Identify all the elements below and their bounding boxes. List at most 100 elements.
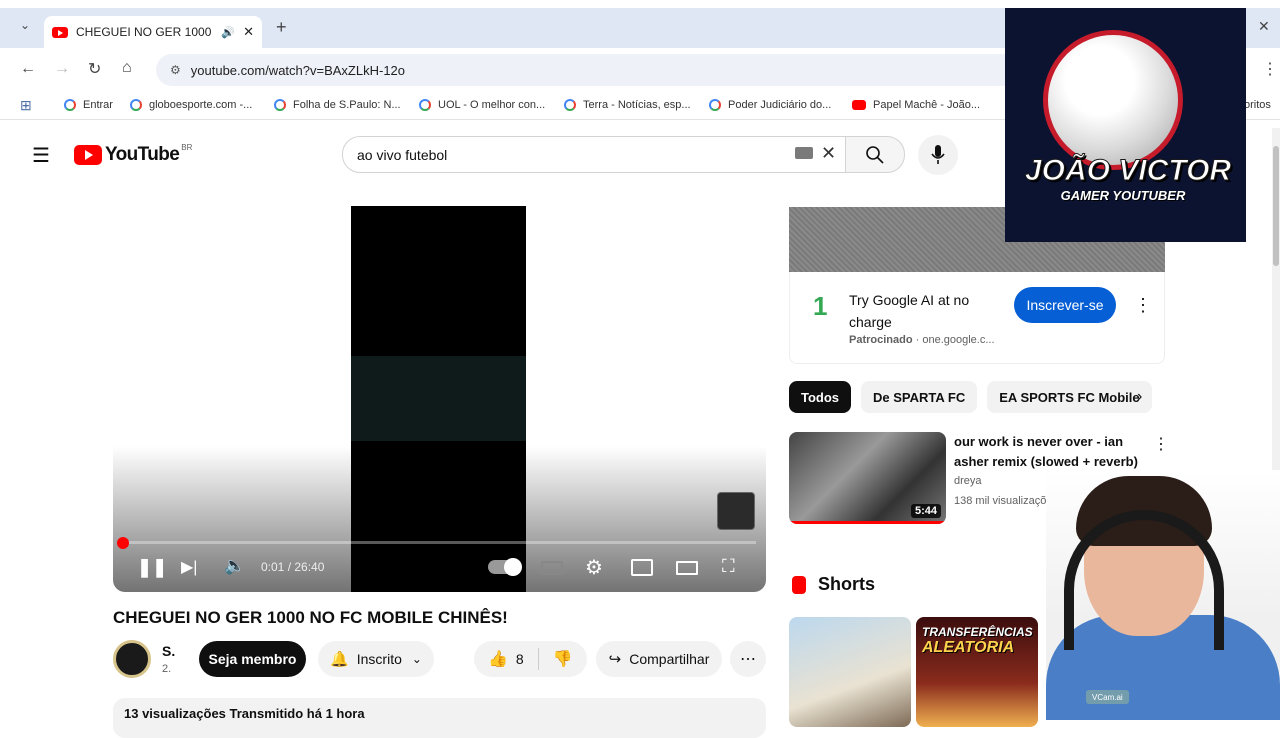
chevron-down-icon: ⌄ [411,652,422,666]
short-text-2: ALEATÓRIA [922,639,1015,656]
search-input[interactable]: ao vivo futebol ✕ [342,136,846,173]
ad-more-icon[interactable]: ⋮ [1134,295,1152,316]
bookmark-item[interactable]: UOL - O melhor con... [419,99,545,111]
bookmark-item[interactable]: globoesporte.com -... [130,99,252,111]
google-icon [274,99,286,111]
close-window-icon[interactable]: ✕ [1258,18,1270,35]
google-icon [709,99,721,111]
sponsored-label: Patrocinado [849,334,913,346]
next-video-icon[interactable]: ▶| [181,557,197,577]
pause-icon[interactable]: ❚❚ [137,557,167,578]
microphone-icon [931,145,945,164]
short-thumbnail[interactable]: TRANSFERÊNCIAS ALEATÓRIA [916,617,1038,727]
bookmark-item[interactable]: Papel Machê - João... [852,99,980,111]
country-code: BR [181,142,193,152]
tab-search-chevron-icon[interactable]: ⌄ [20,18,30,32]
share-button[interactable]: ↪ Compartilhar [596,641,722,677]
tab-title: CHEGUEI NO GER 1000 NO [76,25,215,39]
browser-menu-icon[interactable]: ⋮ [1262,59,1278,79]
site-info-icon[interactable]: ⚙ [170,63,181,77]
autoplay-toggle[interactable] [488,558,522,576]
clear-search-icon[interactable]: ✕ [821,143,836,164]
search-button[interactable] [845,136,905,173]
volume-icon[interactable]: 🔈 [224,556,245,576]
bookmark-item[interactable]: Terra - Notícias, esp... [564,99,691,111]
google-icon [130,99,142,111]
google-icon [419,99,431,111]
bell-icon: 🔔 [330,651,349,668]
miniplayer-icon[interactable] [631,559,653,576]
recommended-views: 138 mil visualizações [954,495,1058,507]
voice-search-button[interactable] [918,135,958,175]
search-value: ao vivo futebol [357,146,448,163]
watched-bar [789,521,946,524]
channel-watermark-icon[interactable] [717,492,755,530]
youtube-play-icon [74,145,102,165]
bookmark-item[interactable]: Entrar [64,99,113,111]
video-player[interactable]: ❚❚ ▶| 🔈 0:01 / 26:40 ⚙ ⛶ [113,206,766,592]
browser-tab-active[interactable]: CHEGUEI NO GER 1000 NO 🔊 ✕ [44,16,262,48]
channel-subscribers: 2. [162,663,172,675]
vcam-badge: VCam.ai [1086,690,1129,704]
webcam-overlay: VCam.ai [1046,470,1280,720]
close-tab-icon[interactable]: ✕ [243,24,254,40]
join-button[interactable]: Seja membro [199,641,306,677]
youtube-favicon-icon [52,26,68,38]
search-icon [866,145,884,164]
bookmark-overflow[interactable]: oritos [1244,99,1271,111]
home-icon[interactable]: ⌂ [122,59,132,77]
progress-bar[interactable] [123,541,756,544]
dislike-icon[interactable]: 👎 [553,649,573,669]
back-arrow-icon[interactable]: ← [20,60,36,78]
keyboard-icon[interactable] [795,147,813,159]
ad-domain: one.google.c... [922,334,995,346]
url-text: youtube.com/watch?v=BAxZLkH-12o [190,62,406,78]
soccer-ball-logo-icon [1043,30,1183,170]
youtube-logo-text: YouTube [105,144,180,165]
youtube-logo[interactable]: YouTube BR [74,142,193,166]
reload-icon[interactable]: ↻ [88,59,101,79]
chip-fc-mobile[interactable]: EA SPORTS FC Mobile [987,381,1152,413]
recommended-more-icon[interactable]: ⋮ [1153,434,1169,454]
chip-all[interactable]: Todos [789,381,852,413]
views-description-box[interactable]: 13 visualizações Transmitido há 1 hora [113,698,766,738]
speaker-icon[interactable]: 🔊 [221,26,235,39]
logo-subtitle: GAMER YOUTUBER [1060,188,1186,203]
subscribed-button[interactable]: 🔔 Inscrito ⌄ [318,641,434,677]
like-icon[interactable]: 👍 [488,649,508,669]
streamer-logo-overlay: JOÃO VICTOR GAMER YOUTUBER [1005,8,1246,242]
ad-subscribe-button[interactable]: Inscrever-se [1014,287,1116,323]
views-line: 13 visualizações Transmitido há 1 hora [124,706,365,721]
ad-title[interactable]: Try Google AI at no charge [849,289,1009,333]
channel-avatar[interactable] [113,640,151,678]
bookmark-item[interactable]: Poder Judiciário do... [709,99,831,111]
apps-grid-icon[interactable]: ⊞ [20,97,32,114]
short-thumbnail[interactable] [789,617,911,727]
settings-gear-icon[interactable]: ⚙ [585,555,603,580]
scrollbar-thumb[interactable] [1273,146,1279,266]
ad-meta: Patrocinado · one.google.c... [849,334,995,346]
fullscreen-icon[interactable]: ⛶ [722,556,735,577]
channel-name[interactable]: S. [162,643,175,659]
filter-chips: Todos De SPARTA FC EA SPORTS FC Mobile [789,381,1152,413]
chip-sparta[interactable]: De SPARTA FC [861,381,978,413]
chips-next-icon[interactable]: › [1137,388,1142,406]
hamburger-menu-icon[interactable]: ☰ [32,143,50,168]
theater-mode-icon[interactable] [676,561,698,575]
youtube-icon [852,100,866,110]
scrubber-handle[interactable] [117,537,129,549]
short-text-1: TRANSFERÊNCIAS [922,625,1033,639]
video-title: CHEGUEI NO GER 1000 NO FC MOBILE CHINÊS! [113,608,508,627]
recommended-thumbnail[interactable]: 5:44 [789,432,946,524]
google-icon [64,99,76,111]
shorts-icon [792,575,806,594]
recommended-title[interactable]: our work is never over - ian asher remix… [954,432,1144,472]
divider [537,648,539,670]
subtitles-icon[interactable] [541,561,563,575]
forward-arrow-icon[interactable]: → [54,60,70,78]
recommended-channel[interactable]: dreya [954,475,982,487]
new-tab-button[interactable]: + [276,17,287,38]
bookmark-item[interactable]: Folha de S.Paulo: N... [274,99,401,111]
shorts-heading: Shorts [792,574,875,595]
more-actions-icon[interactable]: ⋯ [730,641,766,677]
